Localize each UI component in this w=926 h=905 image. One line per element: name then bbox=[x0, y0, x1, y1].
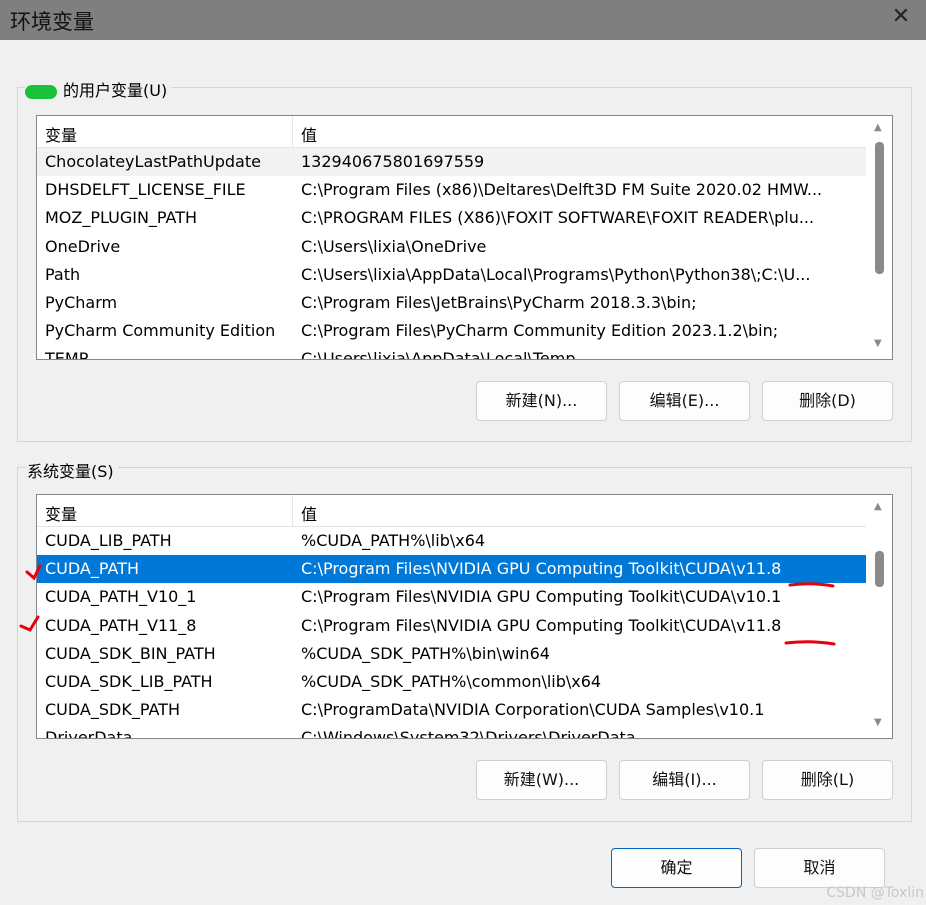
table-row[interactable]: Path C:\Users\lixia\AppData\Local\Program… bbox=[37, 261, 866, 289]
variable-value: C:\Program Files\PyCharm Community Editi… bbox=[301, 321, 779, 340]
table-row[interactable]: ChocolateyLastPathUpdate 1329406758016975… bbox=[37, 148, 866, 176]
list-header: 变量 值 bbox=[37, 116, 866, 148]
system-list-scrollbar[interactable]: ▲ ▼ bbox=[868, 495, 892, 738]
variable-name: PyCharm Community Edition bbox=[45, 321, 276, 340]
table-row[interactable]: DHSDELFT_LICENSE_FILE C:\Program Files (x… bbox=[37, 176, 866, 204]
variable-name: CUDA_SDK_PATH bbox=[45, 700, 180, 719]
variable-value: 132940675801697559 bbox=[301, 152, 485, 171]
system-new-button[interactable]: 新建(W)... bbox=[476, 760, 607, 800]
user-variables-label: 的用户变量(U) bbox=[63, 81, 168, 100]
variable-value: C:\PROGRAM FILES (X86)\FOXIT SOFTWARE\FO… bbox=[301, 208, 815, 227]
variable-name: Path bbox=[45, 265, 81, 284]
window-title: 环境变量 bbox=[10, 10, 94, 34]
table-row[interactable]: CUDA_LIB_PATH %CUDA_PATH%\lib\x64 bbox=[37, 527, 866, 555]
column-separator[interactable] bbox=[292, 116, 293, 147]
list-header: 变量 值 bbox=[37, 495, 866, 527]
ok-button[interactable]: 确定 bbox=[611, 848, 742, 888]
cancel-button[interactable]: 取消 bbox=[754, 848, 885, 888]
user-new-button[interactable]: 新建(N)... bbox=[476, 381, 607, 421]
title-bar: 环境变量 ✕ bbox=[0, 0, 926, 40]
variable-value: C:\Program Files (x86)\Deltares\Delft3D … bbox=[301, 180, 823, 199]
variable-name: DriverData bbox=[45, 728, 133, 739]
table-row[interactable]: CUDA_SDK_LIB_PATH %CUDA_SDK_PATH%\common\… bbox=[37, 668, 866, 696]
variable-name: OneDrive bbox=[45, 237, 121, 256]
variable-value: C:\Program Files\NVIDIA GPU Computing To… bbox=[301, 559, 782, 578]
variable-name: CUDA_LIB_PATH bbox=[45, 531, 172, 550]
variable-name: CUDA_SDK_BIN_PATH bbox=[45, 644, 216, 663]
table-row[interactable]: CUDA_PATH_V11_8 C:\Program Files\NVIDIA G… bbox=[37, 612, 866, 640]
watermark: CSDN @Toxlin bbox=[826, 885, 924, 901]
table-row[interactable]: MOZ_PLUGIN_PATH C:\PROGRAM FILES (X86)\FO… bbox=[37, 204, 866, 232]
scrollbar-thumb[interactable] bbox=[875, 551, 884, 587]
variable-value: C:\Users\lixia\AppData\Local\Programs\Py… bbox=[301, 265, 811, 284]
close-icon[interactable]: ✕ bbox=[888, 4, 914, 29]
table-row[interactable]: DriverData C:\Windows\System32\Drivers\Dr… bbox=[37, 724, 866, 739]
redacted-username-mark bbox=[25, 84, 57, 99]
system-variables-legend: 系统变量(S) bbox=[27, 458, 118, 482]
column-separator[interactable] bbox=[292, 495, 293, 526]
table-row-selected[interactable]: CUDA_PATH C:\Program Files\NVIDIA GPU Com… bbox=[37, 555, 866, 583]
system-delete-button[interactable]: 删除(L) bbox=[762, 760, 893, 800]
table-row[interactable]: CUDA_PATH_V10_1 C:\Program Files\NVIDIA G… bbox=[37, 583, 866, 611]
variable-name: CUDA_PATH_V10_1 bbox=[45, 587, 197, 606]
variable-name: CUDA_PATH bbox=[45, 559, 139, 578]
variable-name: CUDA_PATH_V11_8 bbox=[45, 616, 197, 635]
table-row[interactable]: PyCharm C:\Program Files\JetBrains\PyChar… bbox=[37, 289, 866, 317]
variable-value: C:\ProgramData\NVIDIA Corporation\CUDA S… bbox=[301, 700, 765, 719]
user-edit-button[interactable]: 编辑(E)... bbox=[619, 381, 750, 421]
variable-value: C:\Program Files\NVIDIA GPU Computing To… bbox=[301, 616, 782, 635]
column-header-value[interactable]: 值 bbox=[301, 122, 317, 146]
table-row[interactable]: CUDA_SDK_PATH C:\ProgramData\NVIDIA Corpo… bbox=[37, 696, 866, 724]
table-row[interactable]: TEMP C:\Users\lixia\AppData\Local\Temp bbox=[37, 345, 866, 360]
table-row[interactable]: PyCharm Community Edition C:\Program File… bbox=[37, 317, 866, 345]
variable-name: CUDA_SDK_LIB_PATH bbox=[45, 672, 213, 691]
variable-value: %CUDA_SDK_PATH%\common\lib\x64 bbox=[301, 672, 602, 691]
variable-value: C:\Program Files\NVIDIA GPU Computing To… bbox=[301, 587, 782, 606]
scroll-up-icon[interactable]: ▲ bbox=[874, 122, 882, 133]
user-variables-list[interactable]: 变量 值 ChocolateyLastPathUpdate 13294067580… bbox=[36, 115, 893, 360]
variable-name: MOZ_PLUGIN_PATH bbox=[45, 208, 198, 227]
variable-value: C:\Windows\System32\Drivers\DriverData bbox=[301, 728, 636, 739]
variable-value: C:\Program Files\JetBrains\PyCharm 2018.… bbox=[301, 293, 697, 312]
scroll-down-icon[interactable]: ▼ bbox=[874, 717, 882, 728]
scroll-down-icon[interactable]: ▼ bbox=[874, 338, 882, 349]
scroll-up-icon[interactable]: ▲ bbox=[874, 501, 882, 512]
user-variables-legend: 的用户变量(U) bbox=[25, 77, 172, 101]
column-header-value[interactable]: 值 bbox=[301, 501, 317, 525]
variable-name: TEMP bbox=[45, 349, 89, 360]
user-delete-button[interactable]: 删除(D) bbox=[762, 381, 893, 421]
variable-value: C:\Users\lixia\AppData\Local\Temp bbox=[301, 349, 576, 360]
variable-value: %CUDA_SDK_PATH%\bin\win64 bbox=[301, 644, 550, 663]
scrollbar-thumb[interactable] bbox=[875, 142, 884, 274]
variable-name: PyCharm bbox=[45, 293, 118, 312]
variable-value: C:\Users\lixia\OneDrive bbox=[301, 237, 487, 256]
column-header-variable[interactable]: 变量 bbox=[45, 501, 77, 525]
system-variables-list[interactable]: 变量 值 CUDA_LIB_PATH %CUDA_PATH%\lib\x64 CU… bbox=[36, 494, 893, 739]
user-list-scrollbar[interactable]: ▲ ▼ bbox=[868, 116, 892, 359]
system-edit-button[interactable]: 编辑(I)... bbox=[619, 760, 750, 800]
variable-value: %CUDA_PATH%\lib\x64 bbox=[301, 531, 486, 550]
variable-name: DHSDELFT_LICENSE_FILE bbox=[45, 180, 246, 199]
variable-name: ChocolateyLastPathUpdate bbox=[45, 152, 261, 171]
column-header-variable[interactable]: 变量 bbox=[45, 122, 77, 146]
table-row[interactable]: OneDrive C:\Users\lixia\OneDrive bbox=[37, 233, 866, 261]
table-row[interactable]: CUDA_SDK_BIN_PATH %CUDA_SDK_PATH%\bin\win… bbox=[37, 640, 866, 668]
